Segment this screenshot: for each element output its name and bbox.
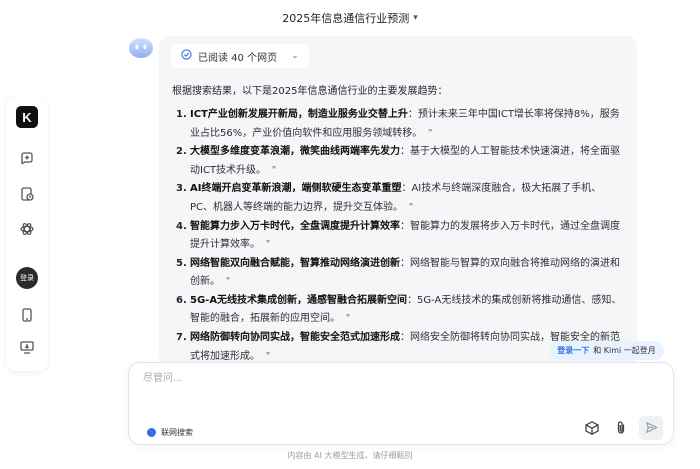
citation-icon[interactable]: ❞ [346, 309, 350, 327]
send-icon [645, 419, 658, 438]
citation-icon[interactable]: ❞ [266, 235, 270, 253]
assistant-message: 已阅读 40 个网页 ⌄ 根据搜索结果，以下是2025年信息通信行业的主要发展趋… [159, 36, 637, 399]
conversation-title-text: 2025年信息通信行业预测 [282, 12, 410, 25]
trend-item-heading: 5G-A无线技术集成创新，通感智融合拓展新空间 [190, 294, 408, 306]
trend-item-number: 3. [176, 183, 187, 195]
login-avatar[interactable]: 登录 [16, 267, 38, 289]
answer-intro: 根据搜索结果，以下是2025年信息通信行业的主要发展趋势： [172, 86, 448, 97]
trend-item-number: 2. [176, 146, 187, 158]
history-icon[interactable] [17, 184, 37, 204]
trend-item-number: 7. [176, 332, 187, 344]
read-sources-chip[interactable]: 已阅读 40 个网页 ⌄ [171, 44, 309, 68]
read-sources-label: 已阅读 40 个网页 [198, 52, 278, 64]
trend-item: 3. AI终端开启变革新浪潮，端侧软硬生态变革重塑：AI技术与终端深度融合，极大拓… [172, 180, 622, 216]
explore-icon[interactable] [17, 219, 37, 239]
trend-item-heading: AI终端开启变革新浪潮，端侧软硬生态变革重塑 [190, 183, 402, 195]
toggle-on-indicator [147, 428, 156, 437]
cube-icon[interactable] [581, 417, 603, 439]
kimi-logo[interactable]: K [16, 106, 38, 128]
trend-item: 1. ICT产业创新发展开新局，制造业服务业交替上升：预计未来三年中国ICT增长率… [172, 106, 622, 142]
citation-icon[interactable]: ❞ [226, 272, 230, 290]
paperclip-icon[interactable] [610, 417, 632, 439]
top-bar: 2025年信息通信行业预测 ▾ [0, 0, 700, 36]
ai-disclaimer: 内容由 AI 大模型生成，请仔细甄别 [287, 451, 413, 460]
citation-icon[interactable]: ❞ [409, 198, 413, 216]
chevron-down-icon: ▾ [413, 13, 418, 23]
trend-item-heading: 网络防御转向协同实战，智能安全范式加速形成 [190, 332, 400, 344]
chat-input[interactable] [141, 372, 545, 385]
trend-item-number: 5. [176, 257, 187, 269]
trend-item: 4. 智能算力步入万卡时代，全盘调度提升计算效率：智能算力的发展将步入万卡时代，通… [172, 218, 622, 254]
login-link[interactable]: 登录一下 [557, 345, 589, 356]
citation-icon[interactable]: ❞ [428, 124, 432, 142]
new-chat-icon[interactable] [17, 149, 37, 169]
conversation-title[interactable]: 2025年信息通信行业预测 ▾ [282, 10, 418, 26]
chat-composer: 联网搜索 [128, 362, 674, 445]
chevron-down-icon: ⌄ [291, 51, 299, 61]
mobile-app-icon[interactable] [17, 305, 37, 325]
login-toast[interactable]: 登录一下 和 Kimi 一起登月 [549, 341, 664, 360]
web-search-toggle[interactable]: 联网搜索 [147, 427, 193, 438]
login-toast-text: 和 Kimi 一起登月 [593, 346, 656, 355]
trend-item: 2. 大模型多维度变革浪潮，微笑曲线两端率先发力：基于大模型的人工智能技术快速演进… [172, 143, 622, 179]
web-search-label: 联网搜索 [161, 428, 193, 437]
trend-item-heading: 智能算力步入万卡时代，全盘调度提升计算效率 [190, 220, 400, 232]
trend-item: 5. 网络智能双向融合赋能，智算推动网络演进创新：网络智能与智算的双向融合将推动网… [172, 255, 622, 291]
send-button[interactable] [639, 416, 663, 440]
trend-item-heading: 网络智能双向融合赋能，智算推动网络演进创新 [190, 257, 400, 269]
sidebar: K 登录 [6, 97, 48, 371]
trend-item-heading: 大模型多维度变革浪潮，微笑曲线两端率先发力 [190, 146, 400, 158]
trend-item-heading: ICT产业创新发展开新局，制造业服务业交替上升 [190, 109, 408, 120]
trend-item-number: 6. [176, 294, 187, 306]
trend-item-number: 4. [176, 220, 187, 232]
citation-icon[interactable]: ❞ [272, 161, 276, 179]
trend-item-number: 1. [176, 109, 187, 120]
trend-item: 6. 5G-A无线技术集成创新，通感智融合拓展新空间：5G-A无线技术的集成创新将… [172, 292, 622, 328]
kimi-avatar [128, 34, 154, 60]
desktop-download-icon[interactable] [17, 337, 37, 357]
check-circle-icon [181, 49, 192, 63]
